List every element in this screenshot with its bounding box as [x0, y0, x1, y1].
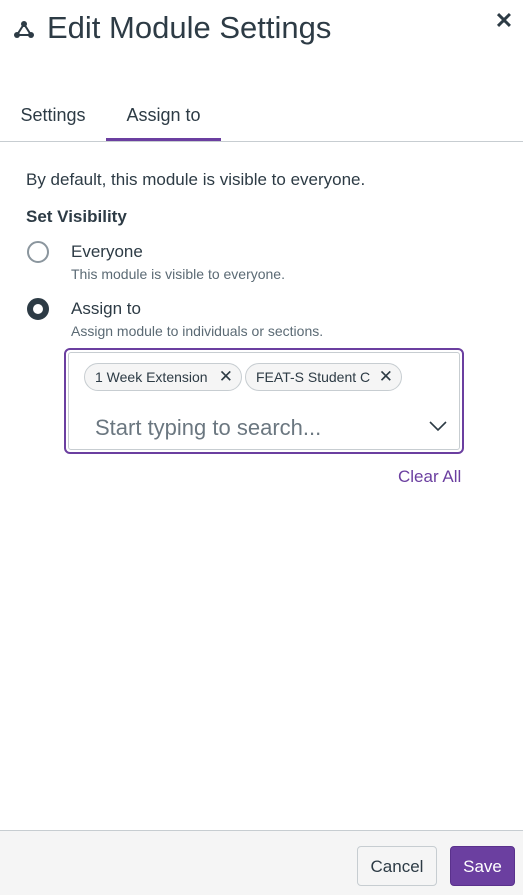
assign-to-description: Assign module to individuals or sections… — [71, 323, 324, 339]
remove-chip-icon[interactable]: ✕ — [219, 364, 233, 390]
assign-to-radio[interactable] — [27, 298, 49, 320]
assignee-chip: 1 Week Extension ✕ — [84, 363, 242, 391]
everyone-description: This module is visible to everyone. — [71, 266, 285, 282]
assignee-picker[interactable]: 1 Week Extension ✕ FEAT-S Student C ✕ — [64, 348, 464, 454]
assignee-chip: FEAT-S Student C ✕ — [245, 363, 402, 391]
chip-label: 1 Week Extension — [95, 369, 208, 385]
tab-settings[interactable]: Settings — [10, 96, 96, 141]
chip-label: FEAT-S Student C — [256, 369, 371, 385]
module-icon — [14, 21, 34, 38]
remove-chip-icon[interactable]: ✕ — [379, 364, 393, 390]
cancel-button[interactable]: Cancel — [357, 846, 437, 886]
tab-list: Settings Assign to — [0, 96, 523, 142]
assignee-picker-inner: 1 Week Extension ✕ FEAT-S Student C ✕ — [68, 352, 460, 450]
set-visibility-heading: Set Visibility — [26, 207, 127, 226]
chevron-down-icon[interactable] — [427, 415, 449, 437]
everyone-label[interactable]: Everyone — [71, 242, 143, 262]
modal-footer: Cancel Save — [0, 830, 523, 895]
page-title: Edit Module Settings — [47, 10, 332, 45]
save-button[interactable]: Save — [450, 846, 515, 886]
tab-assign-to[interactable]: Assign to — [106, 96, 221, 141]
intro-text: By default, this module is visible to ev… — [26, 170, 366, 189]
everyone-radio[interactable] — [27, 241, 49, 263]
close-icon[interactable]: ✕ — [494, 10, 514, 32]
assignee-search-input[interactable] — [95, 411, 415, 445]
clear-all-link[interactable]: Clear All — [398, 467, 461, 487]
assign-to-label[interactable]: Assign to — [71, 299, 141, 319]
